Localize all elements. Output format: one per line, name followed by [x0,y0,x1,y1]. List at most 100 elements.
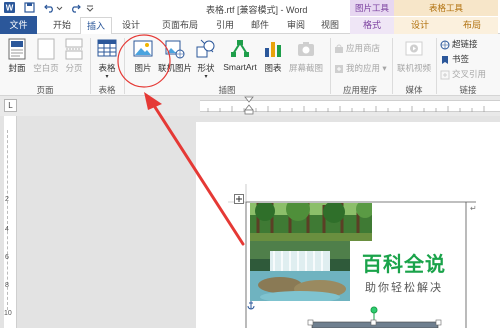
watermark-title: 百科全说 [362,254,446,276]
chart-icon [265,42,281,57]
forest-photo[interactable] [250,203,372,241]
save-icon[interactable] [24,2,35,13]
hyperlink-icon [440,40,450,50]
picture-label: 图片 [134,63,152,73]
my-apps-button[interactable]: 我的应用 ▾ [334,62,387,74]
svg-text:W: W [6,4,14,13]
group-label-pages: 页面 [36,85,54,95]
table-dropdown-arrow: ▾ [105,74,109,80]
bookmark-button[interactable]: 书签 [440,53,469,65]
undo-icon[interactable] [44,2,55,13]
table-move-handle-icon[interactable] [234,194,244,204]
title-bar: W 表格.rtf [兼容模式] - Word 图片工具 表格工具 [0,0,500,16]
shapes-button[interactable]: 形状 ▾ [192,38,220,80]
app-store-button[interactable]: 应用商店 [334,42,380,54]
table-label: 表格 [98,63,116,73]
paragraph-mark-icon: ↵ [470,204,477,213]
window-title: 表格.rtf [兼容模式] - Word [206,5,308,15]
tab-references[interactable]: 引用 [210,17,240,34]
picture-tools-group: 图片工具 [350,0,394,16]
shapes-dropdown-arrow: ▾ [204,74,208,80]
cover-page-button[interactable]: 封面 [3,38,31,74]
anchor-icon [247,301,255,310]
indent-marker-icon[interactable] [244,96,254,116]
smartart-button[interactable]: SmartArt [220,38,260,72]
group-label-media: 媒体 [405,85,423,95]
waterfall-image [250,241,350,301]
picture-icon [133,40,153,57]
tab-file[interactable]: 文件 [0,16,37,34]
hyperlink-button[interactable]: 超链接 [440,38,478,50]
customize-qat-icon[interactable] [86,2,94,13]
group-label-links: 链接 [459,85,477,95]
ribbon-tabs: 文件 开始 插入 设计 页面布局 引用 邮件 审阅 视图 格式 设计 布局 [0,16,500,35]
horizontal-ruler-bar: L [0,96,500,116]
vruler-mark: 4 [5,226,9,233]
app-store-label: 应用商店 [346,43,381,53]
tab-insert[interactable]: 插入 [80,17,112,35]
group-label-tables: 表格 [98,85,116,95]
group-label-apps: 应用程序 [342,85,377,95]
online-video-label: 联机视频 [396,63,431,73]
tab-view[interactable]: 视图 [314,17,346,34]
vruler-mark: 2 [5,196,9,203]
screenshot-button[interactable]: 屏幕截图 [286,38,326,74]
cross-reference-button[interactable]: 交叉引用 [440,68,486,80]
screenshot-icon [298,42,314,56]
table-button[interactable]: 表格 ▾ [94,38,120,80]
cross-reference-icon [440,70,450,80]
picture-button[interactable]: 图片 [128,38,158,74]
online-picture-button[interactable]: 联机图片 [158,38,192,74]
tab-review[interactable]: 审阅 [280,17,312,34]
chart-button[interactable]: 图表 [260,38,286,74]
my-apps-label: 我的应用 [346,63,381,73]
tab-mailings[interactable]: 邮件 [244,17,276,34]
vruler-mark: 10 [4,310,12,317]
smartart-icon [231,40,249,57]
watermark-subtitle: 助你轻松解决 [365,282,443,294]
ribbon-insert: 封面 空白页 分页 页面 表格 ▾ 表格 图片 联机图片 形状 ▾ SmartA… [0,34,500,96]
blank-page-button[interactable]: 空白页 [31,38,61,74]
tab-table-design[interactable]: 设计 [394,17,446,34]
tab-selector[interactable]: L [4,99,17,112]
store-icon [335,44,343,53]
forest-image [250,203,372,241]
shapes-label: 形状 [197,63,215,73]
cover-page-label: 封面 [8,63,26,73]
tab-design[interactable]: 设计 [114,17,148,34]
selected-shape[interactable] [300,304,450,328]
undo-dropdown-icon[interactable] [56,2,63,13]
online-video-button[interactable]: 联机视频 [394,38,434,74]
tab-page-layout[interactable]: 页面布局 [152,17,208,34]
cross-reference-label: 交叉引用 [452,69,487,79]
blank-page-icon [37,38,55,60]
vruler-mark: 8 [5,282,9,289]
page-break-button[interactable]: 分页 [61,38,87,74]
shapes-icon [196,39,215,58]
page-break-label: 分页 [65,63,83,73]
table-tools-group: 表格工具 [394,0,498,16]
tab-home[interactable]: 开始 [44,17,80,34]
online-picture-label: 联机图片 [158,63,193,73]
bookmark-label: 书签 [452,54,470,64]
vertical-ruler[interactable]: 2 4 6 8 10 [4,116,17,328]
hyperlink-label: 超链接 [452,39,478,49]
group-divider [436,38,437,94]
redo-icon[interactable] [70,2,81,13]
my-apps-dropdown-arrow: ▾ [382,63,387,73]
watermark-logo: 百科全说 助你轻松解决 [348,248,460,295]
tab-format[interactable]: 格式 [350,17,394,34]
smartart-label: SmartArt [223,62,257,72]
cover-page-icon [8,38,26,60]
chart-label: 图表 [264,63,282,73]
waterfall-photo[interactable] [250,241,350,301]
screenshot-label: 屏幕截图 [288,63,323,73]
group-label-illustrations: 插图 [218,85,236,95]
online-picture-icon [165,40,185,59]
vruler-mark: 6 [5,254,9,261]
word-logo-icon: W [4,2,15,13]
tab-table-layout[interactable]: 布局 [446,17,498,34]
page-break-icon [65,38,83,60]
online-video-icon [405,41,423,56]
bookmark-icon [442,55,448,64]
